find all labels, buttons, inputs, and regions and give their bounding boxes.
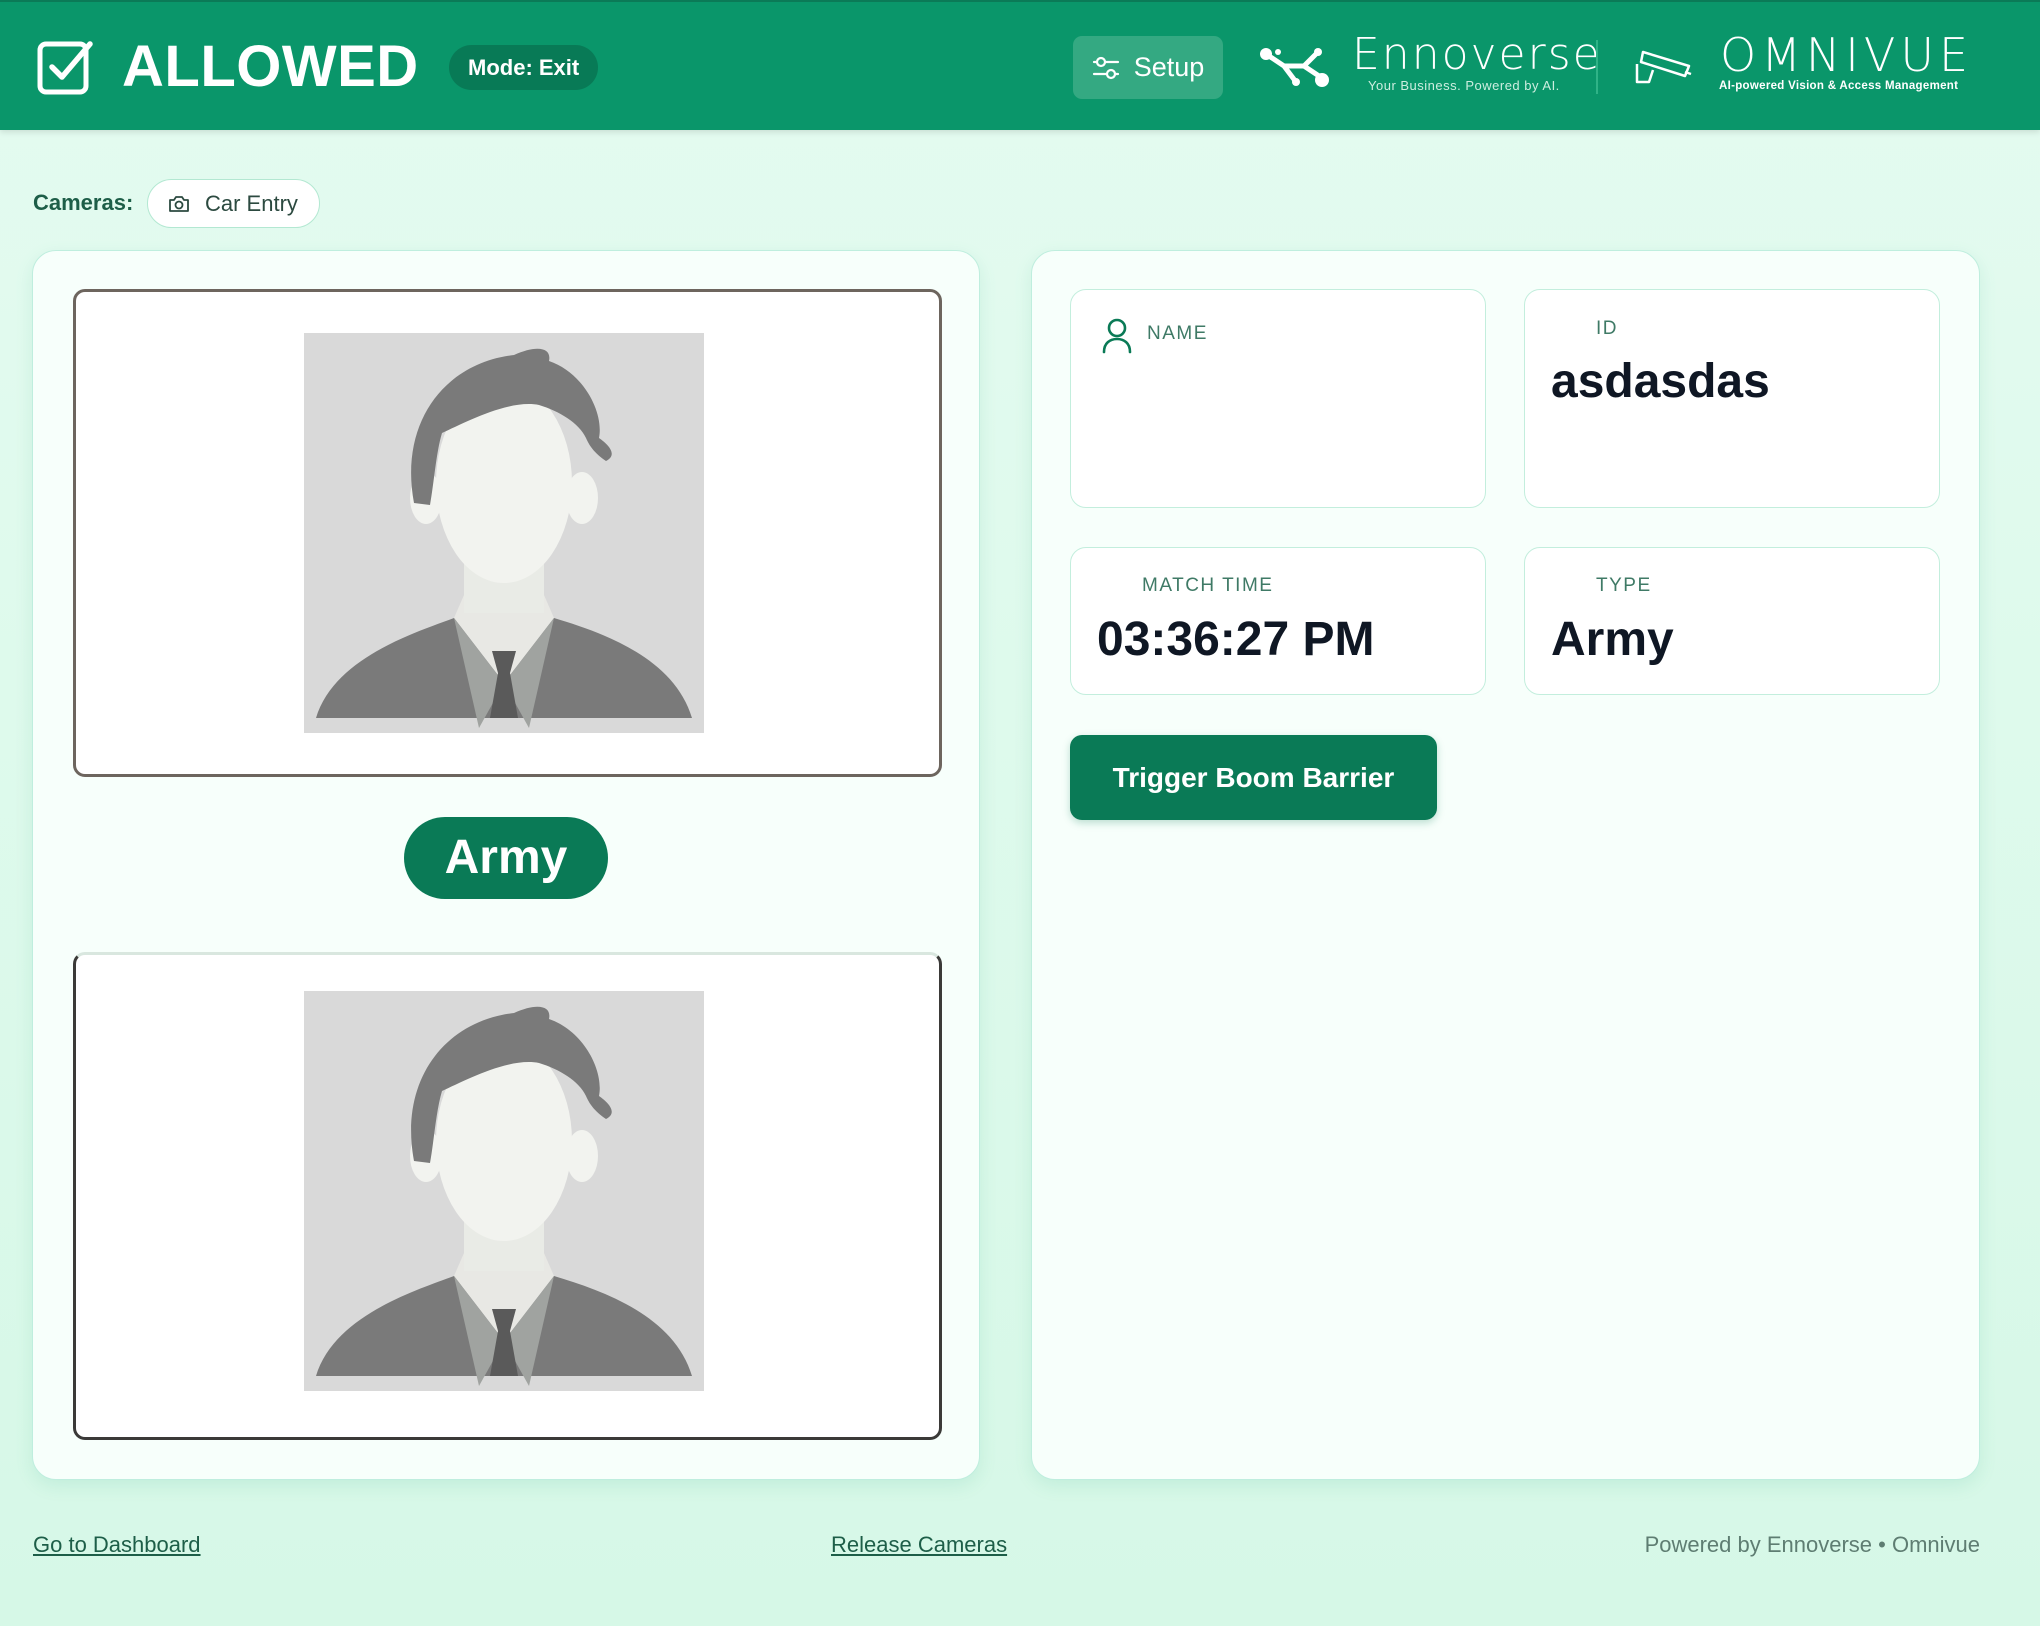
reference-photo-frame (73, 952, 942, 1440)
match-time-card: MATCH TIME 03:36:27 PM (1070, 547, 1486, 695)
trigger-boom-barrier-button[interactable]: Trigger Boom Barrier (1070, 735, 1437, 820)
match-time-label: MATCH TIME (1142, 575, 1274, 596)
details-panel: NAME ID asdasdas MATCH TIME 03:36:27 PM … (1031, 250, 1980, 1480)
id-label: ID (1596, 318, 1618, 339)
user-icon (1102, 318, 1132, 354)
powered-by-text: Powered by Ennoverse • Omnivue (1644, 1532, 1980, 1557)
match-time-value: 03:36:27 PM (1097, 613, 1375, 666)
header-divider (1596, 40, 1598, 94)
setup-button[interactable]: Setup (1073, 36, 1223, 99)
go-to-dashboard-link[interactable]: Go to Dashboard (33, 1532, 201, 1558)
ennoverse-brand-name: Ennoverse (1352, 29, 1602, 80)
omnivue-brand-name: OMNIVUE (1720, 28, 1974, 82)
release-cameras-link[interactable]: Release Cameras (831, 1532, 1007, 1558)
id-card: ID asdasdas (1524, 289, 1940, 508)
status-title: ALLOWED (122, 34, 419, 99)
avatar-placeholder-image (304, 333, 704, 733)
type-card: TYPE Army (1524, 547, 1940, 695)
captured-photo-frame (73, 289, 942, 777)
camera-chip-label: Car Entry (205, 190, 298, 216)
type-label: TYPE (1596, 575, 1652, 596)
avatar-placeholder-image (304, 991, 704, 1391)
type-badge: Army (404, 817, 608, 899)
camera-icon (169, 195, 189, 212)
setup-label: Setup (1133, 52, 1205, 82)
status-indicator: ALLOWED (36, 38, 419, 96)
ennoverse-tagline: Your Business. Powered by AI. (1368, 78, 1560, 93)
cameras-label: Cameras: (33, 190, 134, 215)
name-card: NAME (1070, 289, 1486, 508)
checkbox-checked-icon (37, 41, 93, 95)
ennoverse-logo-icon (1260, 48, 1329, 87)
name-label: NAME (1147, 323, 1208, 344)
sliders-icon (1092, 56, 1119, 79)
id-value: asdasdas (1551, 355, 1770, 408)
cctv-camera-icon (1635, 50, 1692, 84)
omnivue-tagline: AI-powered Vision & Access Management (1719, 80, 1959, 92)
type-value: Army (1551, 613, 1674, 666)
capture-panel: Army (32, 250, 980, 1480)
top-bar: ALLOWED Mode: Exit Setup Ennoverse Your … (0, 0, 2040, 130)
camera-chip-car-entry[interactable]: Car Entry (147, 179, 320, 228)
mode-badge: Mode: Exit (449, 45, 599, 90)
